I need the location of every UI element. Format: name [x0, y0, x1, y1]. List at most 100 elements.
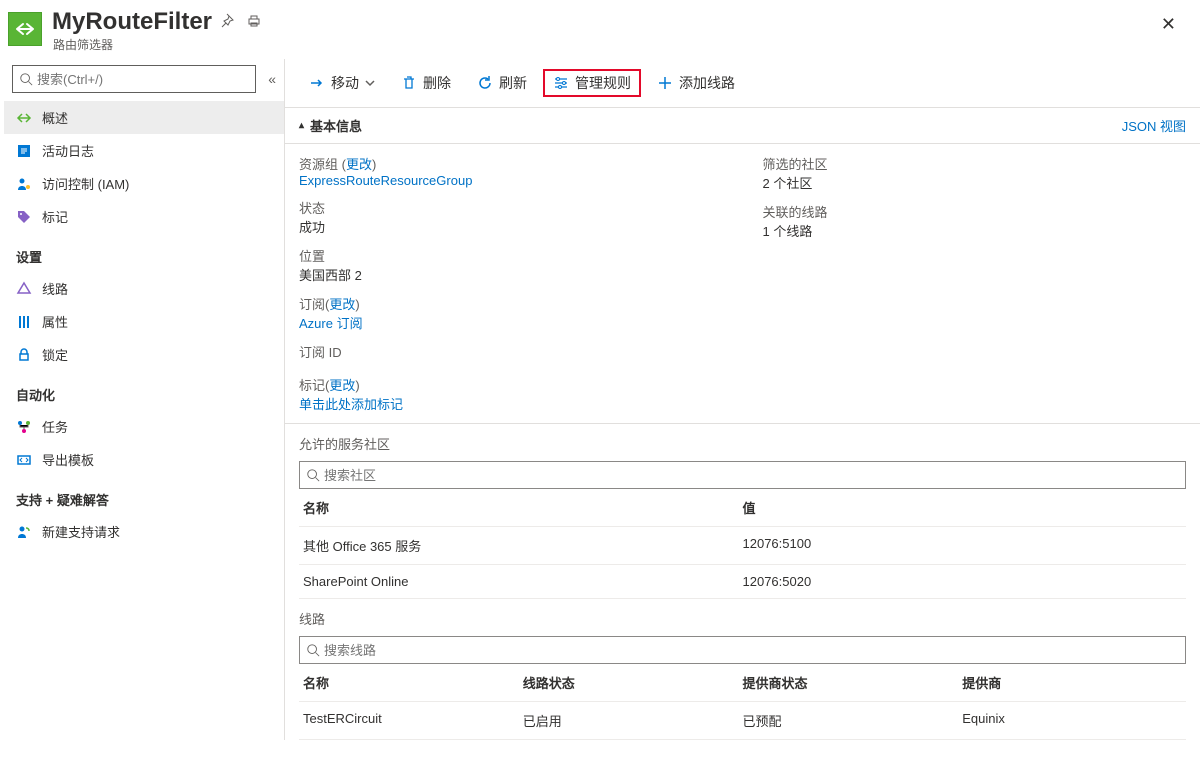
- col-name: 名称: [303, 673, 523, 692]
- sidebar-item-activity-log[interactable]: 活动日志: [4, 134, 284, 167]
- resource-icon: [8, 12, 42, 46]
- sidebar-item-label: 活动日志: [42, 141, 94, 160]
- search-icon: [306, 468, 320, 482]
- lock-icon: [16, 347, 32, 363]
- sidebar-search-input[interactable]: [33, 72, 249, 87]
- settings-icon: [553, 75, 569, 91]
- change-tags-link[interactable]: 更改: [329, 378, 355, 393]
- cell-cstatus: 已启用: [523, 711, 743, 730]
- col-provider: 提供商: [962, 673, 1182, 692]
- chevron-up-icon[interactable]: ▾: [299, 120, 304, 131]
- manage-rules-button[interactable]: 管理规则: [543, 69, 641, 97]
- sub-link[interactable]: Azure 订阅: [299, 316, 363, 331]
- json-view-link[interactable]: JSON 视图: [1122, 116, 1186, 135]
- cell-name: TestERCircuit: [303, 711, 523, 730]
- refresh-icon: [477, 75, 493, 91]
- section-title: 基本信息: [310, 116, 362, 135]
- plus-icon: [657, 75, 673, 91]
- prop-value: 1 个线路: [763, 221, 1187, 240]
- move-button[interactable]: 移动: [299, 69, 385, 97]
- prop-value: 成功: [299, 217, 723, 236]
- properties-icon: [16, 314, 32, 330]
- table-row[interactable]: SharePoint Online 12076:5020: [299, 564, 1186, 598]
- sidebar-item-iam[interactable]: 访问控制 (IAM): [4, 167, 284, 200]
- prop-label: 资源组: [299, 157, 338, 172]
- communities-search[interactable]: [299, 461, 1186, 489]
- chevron-down-icon: [365, 78, 375, 88]
- change-rg-link[interactable]: 更改: [346, 157, 372, 172]
- export-icon: [16, 452, 32, 468]
- refresh-button[interactable]: 刷新: [467, 69, 537, 97]
- sidebar-item-label: 属性: [42, 312, 68, 331]
- communities-search-input[interactable]: [320, 468, 1179, 483]
- sidebar-item-label: 任务: [42, 417, 68, 436]
- prop-label: 订阅: [299, 297, 325, 312]
- pin-icon[interactable]: [218, 13, 234, 32]
- log-icon: [16, 143, 32, 159]
- sidebar-item-overview[interactable]: 概述: [4, 101, 284, 134]
- search-icon: [306, 643, 320, 657]
- page-title: MyRouteFilter: [52, 8, 212, 36]
- prop-label: 状态: [299, 198, 723, 217]
- sidebar-item-properties[interactable]: 属性: [4, 305, 284, 338]
- sidebar-item-label: 标记: [42, 207, 68, 226]
- sidebar-item-label: 访问控制 (IAM): [42, 174, 129, 193]
- cell-value: 12076:5020: [743, 574, 1183, 589]
- sidebar-item-circuits[interactable]: 线路: [4, 272, 284, 305]
- delete-icon: [401, 75, 417, 91]
- circuits-search-input[interactable]: [320, 643, 1179, 658]
- cell-name: SharePoint Online: [303, 574, 743, 589]
- table-row[interactable]: TestERCircuit 已启用 已预配 Equinix: [299, 701, 1186, 739]
- collapse-sidebar-icon[interactable]: «: [264, 67, 280, 91]
- add-tags-link[interactable]: 单击此处添加标记: [299, 397, 403, 412]
- nav-group-support: 支持 + 疑难解答: [4, 476, 284, 515]
- sidebar-item-label: 导出模板: [42, 450, 94, 469]
- prop-label: 位置: [299, 246, 723, 265]
- tasks-icon: [16, 419, 32, 435]
- nav-group-automation: 自动化: [4, 371, 284, 410]
- rg-link[interactable]: ExpressRouteResourceGroup: [299, 173, 472, 188]
- overview-icon: [16, 110, 32, 126]
- sidebar-item-tasks[interactable]: 任务: [4, 410, 284, 443]
- sidebar-item-label: 锁定: [42, 345, 68, 364]
- circuits-search[interactable]: [299, 636, 1186, 664]
- circuits-title: 线路: [285, 599, 1200, 632]
- sidebar-item-label: 线路: [42, 279, 68, 298]
- tag-icon: [16, 209, 32, 225]
- support-icon: [16, 524, 32, 540]
- sidebar-item-tags[interactable]: 标记: [4, 200, 284, 233]
- tags-label: 标记: [299, 378, 325, 393]
- sidebar-item-new-support[interactable]: 新建支持请求: [4, 515, 284, 548]
- communities-title: 允许的服务社区: [285, 424, 1200, 457]
- table-row[interactable]: 其他 Office 365 服务 12076:5100: [299, 526, 1186, 564]
- table-header: 名称 值: [299, 489, 1186, 526]
- prop-value: 美国西部 2: [299, 265, 723, 284]
- table-header: 名称 线路状态 提供商状态 提供商: [299, 664, 1186, 701]
- cell-pstatus: 已预配: [743, 711, 963, 730]
- prop-label: 订阅 ID: [299, 342, 723, 361]
- delete-button[interactable]: 删除: [391, 69, 461, 97]
- add-circuit-button[interactable]: 添加线路: [647, 69, 745, 97]
- sidebar-search[interactable]: [12, 65, 256, 93]
- sidebar-item-label: 概述: [42, 108, 68, 127]
- nav-group-settings: 设置: [4, 233, 284, 272]
- change-sub-link[interactable]: 更改: [329, 297, 355, 312]
- move-icon: [309, 75, 325, 91]
- sidebar-item-label: 新建支持请求: [42, 522, 120, 541]
- prop-value: 2 个社区: [763, 173, 1187, 192]
- col-name: 名称: [303, 498, 743, 517]
- sidebar-item-export-template[interactable]: 导出模板: [4, 443, 284, 476]
- close-icon[interactable]: ✕: [1149, 8, 1188, 41]
- page-subtitle: 路由筛选器: [53, 36, 262, 53]
- sidebar-item-locks[interactable]: 锁定: [4, 338, 284, 371]
- iam-icon: [16, 176, 32, 192]
- prop-label: 筛选的社区: [763, 154, 1187, 173]
- col-value: 值: [743, 498, 1183, 517]
- col-cstatus: 线路状态: [523, 673, 743, 692]
- circuit-icon: [16, 281, 32, 297]
- print-icon[interactable]: [246, 13, 262, 32]
- cell-value: 12076:5100: [743, 536, 1183, 555]
- search-icon: [19, 72, 33, 86]
- cell-name: 其他 Office 365 服务: [303, 536, 743, 555]
- col-pstatus: 提供商状态: [743, 673, 963, 692]
